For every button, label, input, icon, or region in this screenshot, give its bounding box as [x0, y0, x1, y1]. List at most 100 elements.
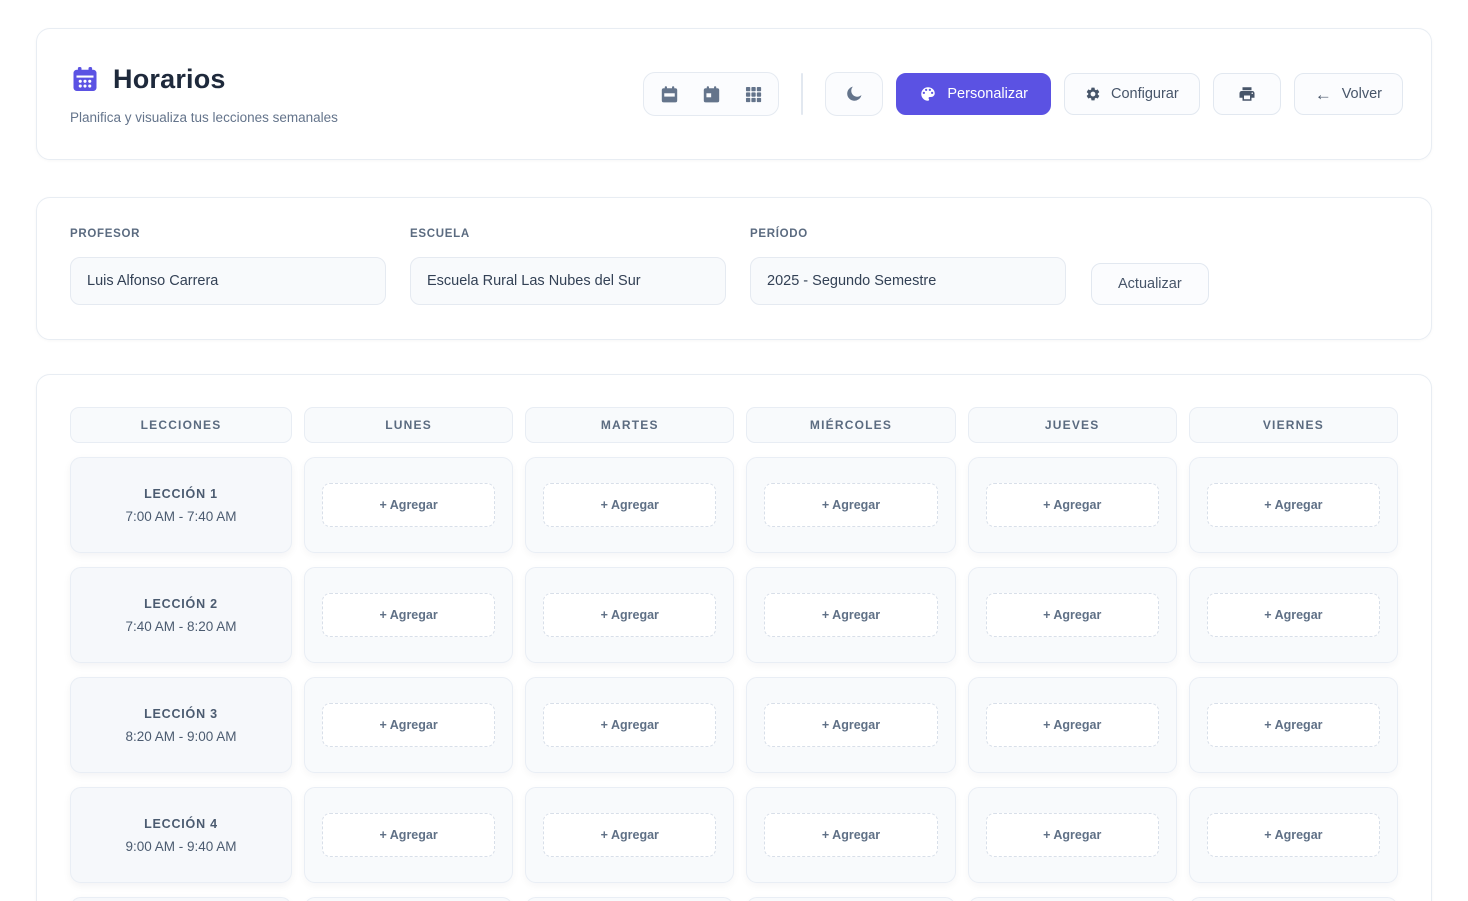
header-card: Horarios Planifica y visualiza tus lecci…	[36, 28, 1432, 160]
escuela-field-group: ESCUELA Escuela Rural Las Nubes del Sur	[410, 228, 726, 305]
column-header-miercoles: MIÉRCOLES	[746, 407, 955, 443]
lesson-cell: LECCIÓN 4 9:00 AM - 9:40 AM	[70, 787, 292, 883]
periodo-label: PERÍODO	[750, 228, 1066, 240]
schedule-slot: + Agregar	[525, 787, 734, 883]
schedule-slot: + Agregar	[304, 457, 513, 553]
periodo-field-group: PERÍODO 2025 - Segundo Semestre	[750, 228, 1066, 305]
schedule-slot: + Agregar	[968, 787, 1177, 883]
add-lesson-button[interactable]: + Agregar	[986, 703, 1159, 747]
schedule-slot: + Agregar	[746, 787, 955, 883]
schedule-slot	[1189, 897, 1398, 901]
profesor-input[interactable]: Luis Alfonso Carrera	[70, 257, 386, 305]
personalizar-button[interactable]: Personalizar	[896, 73, 1051, 115]
lesson-cell	[70, 897, 292, 901]
add-lesson-button[interactable]: + Agregar	[764, 593, 937, 637]
divider	[801, 73, 803, 115]
schedule-slot: + Agregar	[968, 567, 1177, 663]
profesor-label: PROFESOR	[70, 228, 386, 240]
schedule-slot: + Agregar	[304, 787, 513, 883]
actualizar-button[interactable]: Actualizar	[1091, 263, 1209, 305]
add-lesson-button[interactable]: + Agregar	[322, 593, 495, 637]
add-lesson-button[interactable]: + Agregar	[1207, 703, 1380, 747]
moon-icon	[844, 84, 864, 104]
escuela-label: ESCUELA	[410, 228, 726, 240]
print-button[interactable]	[1213, 73, 1281, 115]
schedule-slot: + Agregar	[1189, 567, 1398, 663]
column-header-lunes: LUNES	[304, 407, 513, 443]
page-title: Horarios	[113, 64, 226, 95]
add-lesson-button[interactable]: + Agregar	[322, 813, 495, 857]
lesson-label: LECCIÓN 3	[144, 707, 218, 721]
page: Horarios Planifica y visualiza tus lecci…	[0, 0, 1468, 901]
schedule-slot: + Agregar	[1189, 677, 1398, 773]
schedule-slot: + Agregar	[525, 567, 734, 663]
dark-mode-toggle[interactable]	[825, 72, 883, 116]
header-actions: Personalizar Configurar ←	[643, 72, 1403, 116]
schedule-slot: + Agregar	[304, 677, 513, 773]
schedule-slot: + Agregar	[968, 677, 1177, 773]
lesson-label: LECCIÓN 2	[144, 597, 218, 611]
gear-icon	[1085, 86, 1101, 102]
column-header-jueves: JUEVES	[968, 407, 1177, 443]
schedule-slot	[968, 897, 1177, 901]
lesson-time: 9:00 AM - 9:40 AM	[125, 839, 236, 854]
add-lesson-button[interactable]: + Agregar	[986, 813, 1159, 857]
schedule-slot: + Agregar	[525, 677, 734, 773]
add-lesson-button[interactable]: + Agregar	[986, 593, 1159, 637]
personalizar-label: Personalizar	[947, 86, 1028, 102]
add-lesson-button[interactable]: + Agregar	[764, 483, 937, 527]
volver-button[interactable]: ← Volver	[1294, 73, 1403, 115]
add-lesson-button[interactable]: + Agregar	[543, 703, 716, 747]
calendar-banner-view-icon[interactable]	[648, 77, 690, 111]
lesson-cell: LECCIÓN 3 8:20 AM - 9:00 AM	[70, 677, 292, 773]
column-header-lecciones: LECCIONES	[70, 407, 292, 443]
title-block: Horarios Planifica y visualiza tus lecci…	[70, 64, 338, 125]
add-lesson-button[interactable]: + Agregar	[1207, 593, 1380, 637]
add-lesson-button[interactable]: + Agregar	[764, 703, 937, 747]
schedule-slot: + Agregar	[746, 457, 955, 553]
volver-label: Volver	[1342, 86, 1382, 102]
schedule-grid: LECCIONES LUNES MARTES MIÉRCOLES JUEVES VIERN…	[70, 407, 1398, 901]
add-lesson-button[interactable]: + Agregar	[1207, 483, 1380, 527]
add-lesson-button[interactable]: + Agregar	[1207, 813, 1380, 857]
schedule-slot: + Agregar	[746, 677, 955, 773]
profesor-field-group: PROFESOR Luis Alfonso Carrera	[70, 228, 386, 305]
filter-card: PROFESOR Luis Alfonso Carrera ESCUELA Es…	[36, 197, 1432, 340]
lesson-label: LECCIÓN 1	[144, 487, 218, 501]
add-lesson-button[interactable]: + Agregar	[543, 813, 716, 857]
view-toggle-group	[643, 72, 779, 116]
add-lesson-button[interactable]: + Agregar	[543, 593, 716, 637]
periodo-select[interactable]: 2025 - Segundo Semestre	[750, 257, 1066, 305]
column-header-viernes: VIERNES	[1189, 407, 1398, 443]
calendar-icon	[70, 64, 100, 94]
lesson-time: 7:40 AM - 8:20 AM	[125, 619, 236, 634]
lesson-cell: LECCIÓN 1 7:00 AM - 7:40 AM	[70, 457, 292, 553]
escuela-input[interactable]: Escuela Rural Las Nubes del Sur	[410, 257, 726, 305]
schedule-slot	[746, 897, 955, 901]
calendar-day-view-icon[interactable]	[690, 77, 732, 111]
schedule-slot: + Agregar	[746, 567, 955, 663]
add-lesson-button[interactable]: + Agregar	[986, 483, 1159, 527]
schedule-slot	[304, 897, 513, 901]
configurar-button[interactable]: Configurar	[1064, 73, 1200, 115]
lesson-cell: LECCIÓN 2 7:40 AM - 8:20 AM	[70, 567, 292, 663]
configurar-label: Configurar	[1111, 86, 1179, 102]
schedule-slot: + Agregar	[1189, 787, 1398, 883]
page-subtitle: Planifica y visualiza tus lecciones sema…	[70, 110, 338, 125]
lesson-time: 8:20 AM - 9:00 AM	[125, 729, 236, 744]
add-lesson-button[interactable]: + Agregar	[764, 813, 937, 857]
printer-icon	[1238, 85, 1256, 103]
grid-view-icon[interactable]	[732, 77, 774, 111]
add-lesson-button[interactable]: + Agregar	[322, 703, 495, 747]
add-lesson-button[interactable]: + Agregar	[322, 483, 495, 527]
column-header-martes: MARTES	[525, 407, 734, 443]
schedule-slot: + Agregar	[304, 567, 513, 663]
schedule-slot: + Agregar	[1189, 457, 1398, 553]
add-lesson-button[interactable]: + Agregar	[543, 483, 716, 527]
schedule-slot: + Agregar	[968, 457, 1177, 553]
schedule-slot: + Agregar	[525, 457, 734, 553]
schedule-card: LECCIONES LUNES MARTES MIÉRCOLES JUEVES VIERN…	[36, 374, 1432, 901]
lesson-label: LECCIÓN 4	[144, 817, 218, 831]
arrow-left-icon: ←	[1315, 86, 1332, 103]
lesson-time: 7:00 AM - 7:40 AM	[125, 509, 236, 524]
